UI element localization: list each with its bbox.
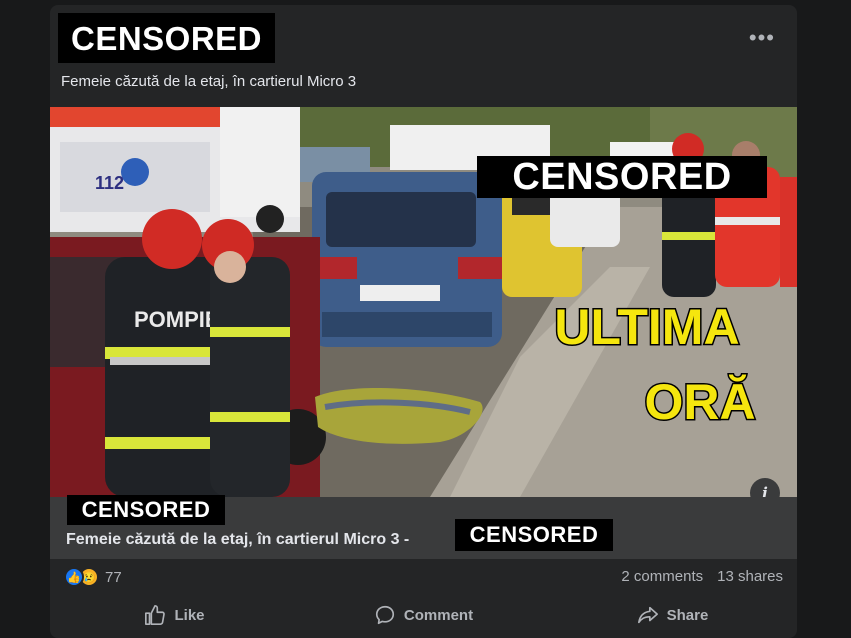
author-censor-bar: CENSORED [58,13,275,63]
more-options-icon[interactable]: ••• [749,25,775,51]
engagement-stats: 2 comments 13 shares [621,568,783,585]
comment-label: Comment [403,606,474,624]
image-censor-bar: CENSORED [477,156,767,198]
share-arrow-icon [637,606,658,624]
post-card: CENSORED ••• Femeie căzută de la etaj, î… [50,5,797,638]
action-bar: Like Comment Share [50,597,797,633]
reaction-count: 77 [105,568,122,586]
breaking-news-line1: ULTIMA [554,299,739,355]
breaking-news-line2: ORĂ [644,374,755,430]
share-button[interactable]: Share [548,597,797,633]
like-label: Like [174,606,205,624]
like-reaction-icon: 👍 [64,567,84,587]
comment-icon [375,605,394,625]
link-domain-censor-bar: CENSORED [67,495,225,525]
share-label: Share [666,606,709,624]
like-button[interactable]: Like [50,597,299,633]
shares-count[interactable]: 13 shares [717,568,783,585]
comments-count[interactable]: 2 comments [621,568,703,585]
comment-button[interactable]: Comment [299,597,548,633]
ambulance-number: 112 [95,173,124,193]
link-title[interactable]: Femeie căzută de la etaj, în cartierul M… [66,531,409,549]
post-text: Femeie căzută de la etaj, în cartierul M… [61,73,357,90]
thumbs-up-icon [145,605,166,625]
reaction-summary[interactable]: 👍 😢 77 [64,567,122,587]
link-title-censor-bar: CENSORED [455,519,613,551]
